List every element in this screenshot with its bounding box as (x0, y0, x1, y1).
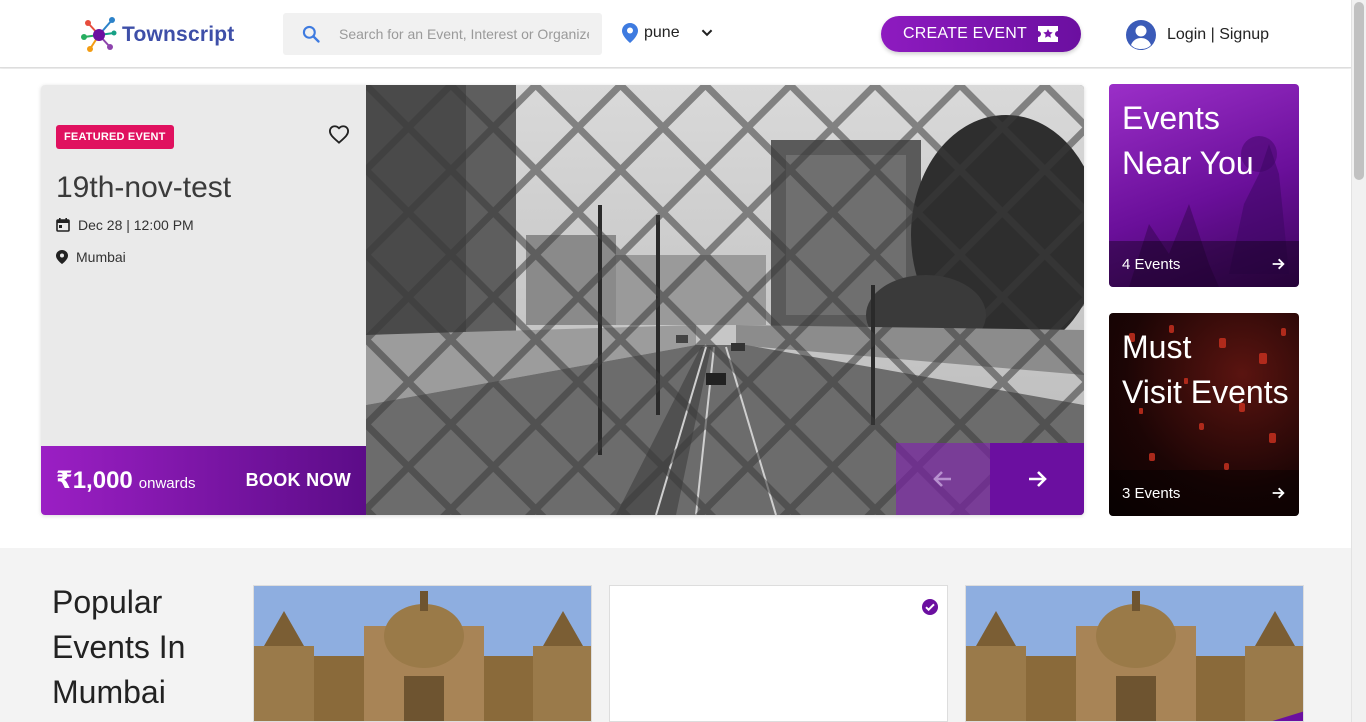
logo-icon (81, 17, 117, 52)
events-near-you-count: 4 Events (1122, 255, 1181, 273)
city-name: pune (644, 24, 680, 41)
location-pin-icon (622, 23, 638, 43)
event-card[interactable] (609, 585, 948, 722)
location-pin-icon (56, 250, 68, 264)
featured-event-date: Dec 28 | 12:00 PM (56, 217, 194, 233)
popular-events-title: Popular Events In Mumbai (52, 584, 186, 710)
event-card[interactable] (253, 585, 592, 722)
scrollbar-thumb[interactable] (1354, 2, 1364, 180)
townscript-logo[interactable]: Townscript (80, 17, 234, 53)
featured-event-title[interactable]: 19th-nov-test (56, 171, 231, 205)
featured-event-image[interactable] (366, 85, 1084, 515)
city-selector[interactable]: pune (622, 22, 718, 44)
search-icon[interactable] (283, 24, 339, 44)
featured-date-text: Dec 28 | 12:00 PM (78, 217, 194, 233)
must-visit-events-card[interactable]: Must Visit Events 3 Events (1109, 313, 1299, 516)
carousel-prev-button[interactable] (896, 443, 990, 515)
event-card-image (254, 586, 591, 721)
arrow-right-icon (1272, 487, 1285, 499)
event-card[interactable] (965, 585, 1304, 722)
arrow-left-icon (933, 471, 951, 487)
verified-check-icon (921, 598, 939, 621)
event-card-image (966, 586, 1303, 721)
events-near-you-footer: 4 Events (1109, 241, 1299, 287)
ticket-icon (1037, 26, 1058, 42)
carousel-next-button[interactable] (990, 443, 1084, 515)
price-amount: ₹1,000 (56, 467, 133, 494)
login-signup-label: Login | Signup (1167, 26, 1270, 43)
featured-location-text: Mumbai (76, 249, 126, 265)
search-box[interactable] (283, 13, 602, 55)
search-input[interactable] (339, 26, 589, 42)
price-suffix: onwards (138, 475, 196, 492)
user-avatar-icon (1126, 20, 1156, 50)
must-visit-events-title: Must Visit Events (1122, 329, 1289, 410)
create-event-label: CREATE EVENT (903, 25, 1027, 42)
chevron-down-icon (701, 29, 712, 37)
create-event-button[interactable]: CREATE EVENT (881, 16, 1081, 52)
must-visit-events-count: 3 Events (1122, 484, 1181, 502)
calendar-icon (56, 218, 70, 232)
events-near-you-card[interactable]: Events Near You 4 Events (1109, 84, 1299, 287)
events-near-you-title: Events Near You (1122, 100, 1254, 181)
top-header: Townscript pune CREATE EVENT Login | Sig… (0, 0, 1351, 68)
must-visit-events-footer: 3 Events (1109, 470, 1299, 516)
arrow-right-icon (1272, 258, 1285, 270)
book-now-button[interactable]: BOOK NOW (246, 470, 351, 491)
featured-price: ₹1,000 onwards (56, 466, 195, 495)
featured-badge: FEATURED EVENT (56, 125, 174, 149)
page-scrollbar[interactable] (1351, 0, 1366, 722)
heart-icon[interactable] (328, 124, 350, 149)
featured-event-info: FEATURED EVENT 19th-nov-test Dec 28 | 12… (41, 85, 366, 446)
featured-event-carousel[interactable]: FEATURED EVENT 19th-nov-test Dec 28 | 12… (41, 85, 1084, 515)
logo-text: Townscript (122, 23, 235, 46)
login-signup[interactable]: Login | Signup (1125, 19, 1269, 51)
featured-price-bar: ₹1,000 onwards BOOK NOW (41, 446, 366, 515)
arrow-right-icon (1029, 471, 1047, 487)
featured-event-location: Mumbai (56, 249, 126, 265)
